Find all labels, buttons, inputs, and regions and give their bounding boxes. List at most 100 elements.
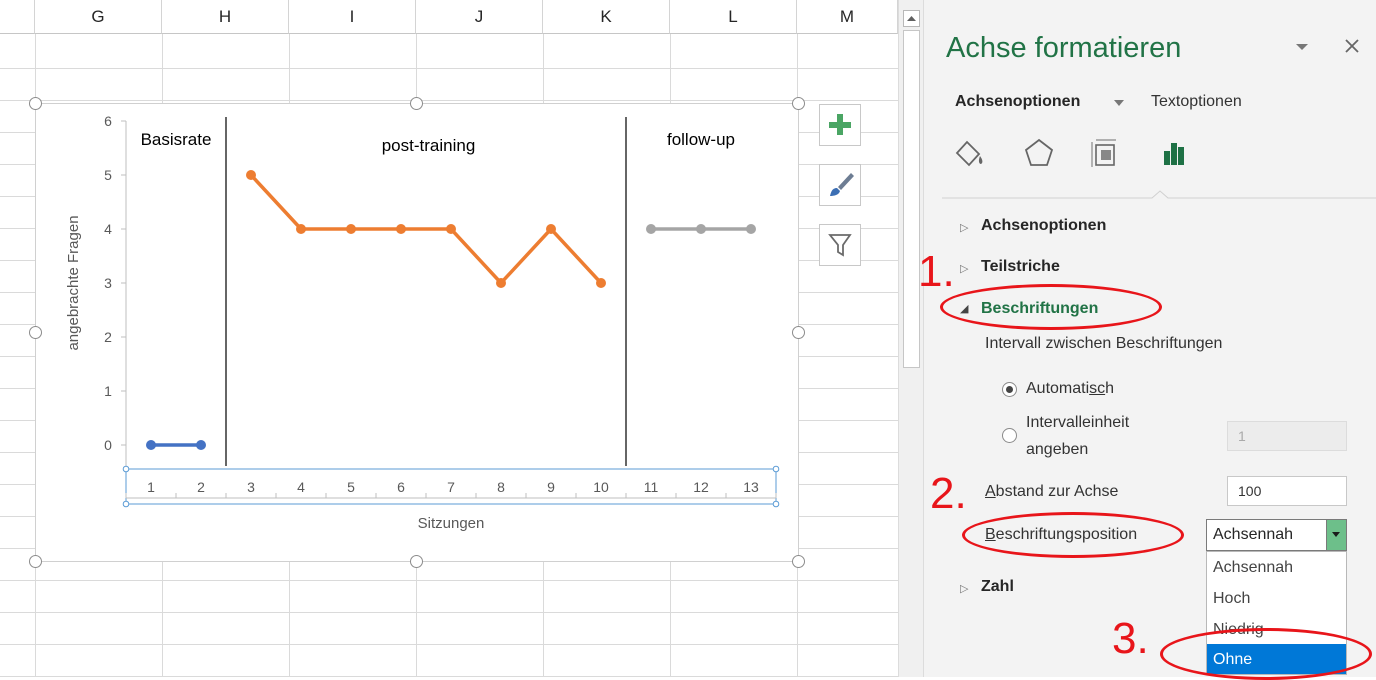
section-number[interactable]: Zahl: [981, 578, 1014, 596]
x-tick-label: 5: [347, 479, 355, 495]
y-axis-title: angebrachte Fragen: [65, 215, 82, 350]
row-gridline: [0, 68, 898, 69]
chevron-down-icon: [1332, 532, 1340, 537]
select-dropdown-button[interactable]: [1326, 520, 1346, 550]
data-point: [346, 224, 356, 234]
phase-label: follow-up: [667, 130, 735, 149]
distance-input-value: 100: [1238, 483, 1262, 499]
annotation-step-2: 2.: [930, 469, 967, 518]
x-tick-label: 7: [447, 479, 455, 495]
tab-text-options[interactable]: Textoptionen: [1151, 93, 1242, 111]
collapsed-triangle-icon: ▷: [960, 222, 969, 234]
column-header-k[interactable]: K: [543, 0, 670, 34]
chevron-down-icon[interactable]: [1113, 99, 1125, 107]
y-tick-label: 0: [104, 437, 112, 453]
effects-pentagon-icon[interactable]: [1019, 133, 1059, 173]
row-gridline: [0, 580, 898, 581]
row-gridline: [0, 100, 898, 101]
row-gridline: [0, 644, 898, 645]
radio-interval-unit[interactable]: [1002, 428, 1017, 443]
data-point: [696, 224, 706, 234]
column-header-partial: [0, 0, 35, 34]
fill-line-icon[interactable]: [949, 133, 989, 173]
close-icon[interactable]: [1344, 38, 1360, 54]
distance-label: Abstand zur Achse: [985, 483, 1119, 500]
interval-input-value: 1: [1238, 428, 1246, 444]
column-header-i[interactable]: I: [289, 0, 416, 34]
column-header-l[interactable]: L: [670, 0, 797, 34]
axis-options-chart-icon[interactable]: [1154, 133, 1194, 173]
y-tick-label: 5: [104, 167, 112, 183]
resize-handle-top[interactable]: [410, 97, 423, 110]
data-point: [196, 440, 206, 450]
resize-handle-bottom-left[interactable]: [29, 555, 42, 568]
x-axis-selection-handle[interactable]: [122, 465, 130, 473]
section-tick-marks[interactable]: Teilstriche: [981, 258, 1060, 276]
position-select-value: Achsennah: [1213, 526, 1294, 543]
size-properties-icon[interactable]: [1084, 133, 1124, 173]
x-tick-label: 12: [693, 479, 709, 495]
paintbrush-icon: [830, 173, 854, 196]
interval-label: Intervall zwischen Beschriftungen: [985, 335, 1223, 352]
collapsed-triangle-icon: ▷: [960, 583, 969, 595]
dropdown-option-hoch[interactable]: Hoch: [1207, 583, 1346, 614]
x-axis-selection-handle[interactable]: [122, 500, 130, 508]
resize-handle-right[interactable]: [792, 326, 805, 339]
annotation-step-3: 3.: [1112, 614, 1149, 663]
radio-interval-label-line1[interactable]: Intervalleinheit: [1026, 414, 1129, 432]
scroll-thumb[interactable]: [903, 30, 920, 368]
x-axis-selection-handle[interactable]: [772, 500, 780, 508]
resize-handle-bottom[interactable]: [410, 555, 423, 568]
column-header-j[interactable]: J: [416, 0, 543, 34]
annotation-step-1: 1.: [918, 247, 955, 296]
data-point: [646, 224, 656, 234]
arrow-up-icon: [907, 16, 916, 21]
data-point: [746, 224, 756, 234]
resize-handle-top-right[interactable]: [792, 97, 805, 110]
y-tick-label: 3: [104, 275, 112, 291]
x-tick-label: 8: [497, 479, 505, 495]
access-key: sc: [1089, 380, 1106, 397]
annotation-ellipse-labels: [940, 284, 1162, 330]
data-point: [446, 224, 456, 234]
radio-automatic[interactable]: [1002, 382, 1017, 397]
interval-input[interactable]: 1: [1227, 421, 1347, 451]
y-tick-label: 6: [104, 113, 112, 129]
x-tick-label: 9: [547, 479, 555, 495]
tab-axis-options[interactable]: Achsenoptionen: [955, 93, 1080, 111]
resize-handle-left[interactable]: [29, 326, 42, 339]
data-point: [146, 440, 156, 450]
radio-automatic-label[interactable]: Automatisch: [1026, 380, 1114, 398]
column-header-m[interactable]: M: [797, 0, 898, 34]
plus-icon: [829, 114, 851, 135]
x-axis-selection-handle[interactable]: [772, 465, 780, 473]
data-point: [496, 278, 506, 288]
resize-handle-top-left[interactable]: [29, 97, 42, 110]
add-chart-element-button[interactable]: [819, 104, 861, 146]
chart-area[interactable]: 0 1 2 3 4 5 6 1 2 3 4 5 6 7 8 9 10 11 12 13 Basisrate post-tr…: [35, 103, 799, 562]
chart-styles-button[interactable]: [819, 164, 861, 206]
annotation-ellipse-ohne: [1160, 628, 1372, 680]
dropdown-option-achsennah[interactable]: Achsennah: [1207, 552, 1346, 583]
vertical-scrollbar[interactable]: [898, 0, 924, 677]
x-tick-label: 4: [297, 479, 305, 495]
section-axis-options[interactable]: Achsenoptionen: [981, 217, 1106, 235]
spreadsheet-grid[interactable]: G H I J K L M 0 1 2 3 4 5 6 1 2 3 4 5 6 7 8 9 10 11 12 13 Ba…: [0, 0, 898, 677]
radio-dot: [1006, 386, 1013, 393]
data-point: [596, 278, 606, 288]
x-tick-label: 3: [247, 479, 255, 495]
x-tick-label: 1: [147, 479, 155, 495]
line-chart[interactable]: 01234561 2 3 4 5 6 7 8 9 10 11 12 13Basisrate post-tr…: [36, 104, 798, 561]
pane-title: Achse formatieren: [946, 32, 1182, 64]
radio-interval-label-line2[interactable]: angeben: [1026, 441, 1088, 459]
chart-filters-button[interactable]: [819, 224, 861, 266]
position-select[interactable]: Achsennah: [1206, 519, 1347, 551]
scroll-up-button[interactable]: [903, 10, 920, 27]
annotation-ellipse-position: [962, 512, 1184, 558]
distance-input[interactable]: 100: [1227, 476, 1347, 506]
phase-label: post-training: [382, 136, 476, 155]
column-header-g[interactable]: G: [35, 0, 162, 34]
resize-handle-bottom-right[interactable]: [792, 555, 805, 568]
pane-options-icon[interactable]: [1294, 42, 1310, 52]
column-header-h[interactable]: H: [162, 0, 289, 34]
